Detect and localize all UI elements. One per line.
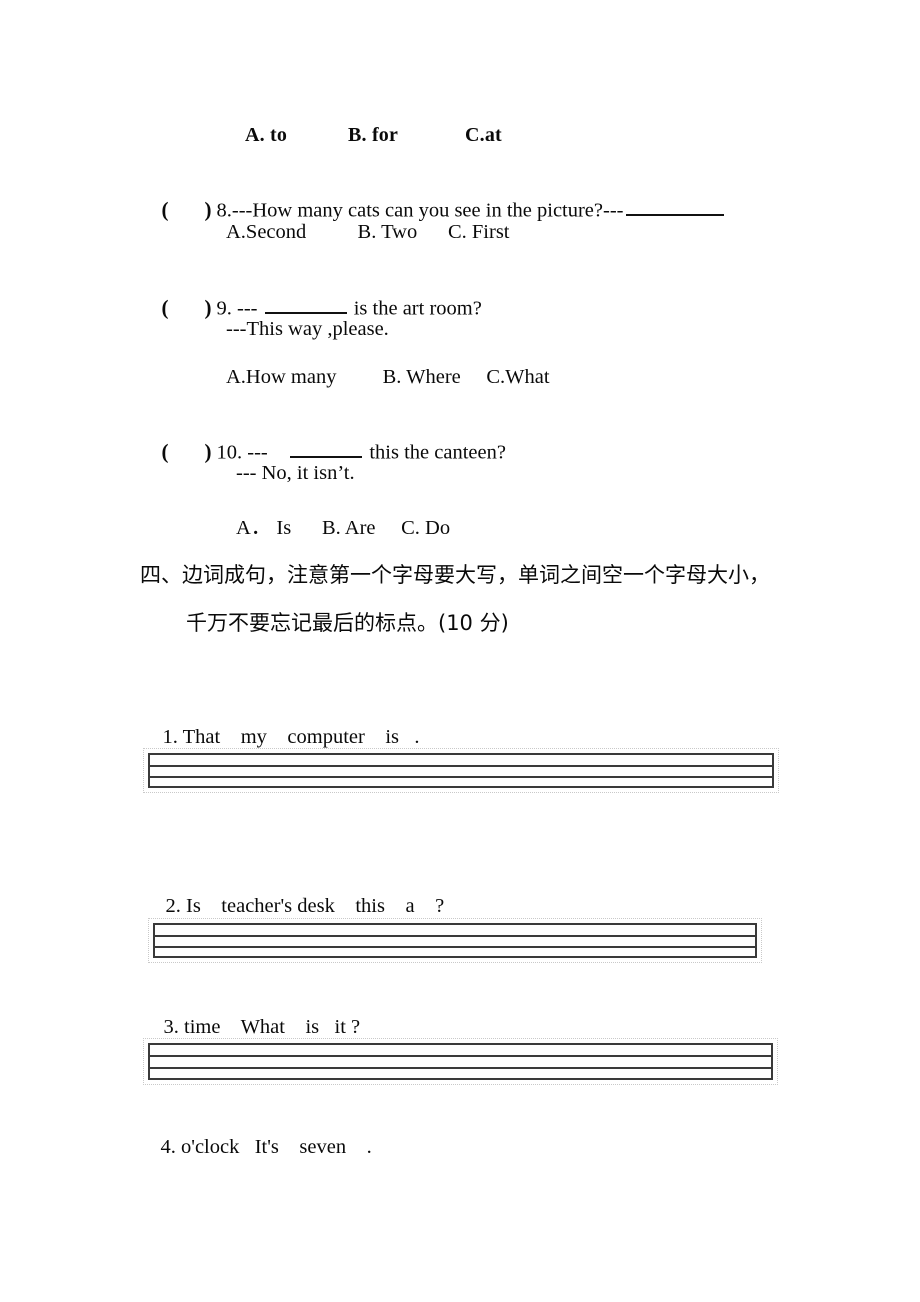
answer-bracket-close: ) [204, 439, 212, 464]
sentence-item-4-number: 4. [160, 1136, 176, 1158]
question-9-blank[interactable] [264, 293, 347, 315]
copybook-rule-line [148, 753, 774, 755]
answer-copybook-1[interactable] [143, 748, 779, 793]
question-9-choices[interactable]: A.How many B. Where C.What [226, 366, 550, 389]
question-10-blank[interactable] [290, 437, 363, 459]
question-9-number: 9. [216, 297, 232, 320]
question-8-choices[interactable]: A.Second B. Two C. First [226, 221, 510, 244]
copybook-end-cap [148, 753, 150, 788]
copybook-staff [153, 923, 757, 958]
sentence-item-4: 4. o'clock It's seven . [140, 1113, 372, 1182]
answer-bracket-open: ( [161, 197, 169, 222]
question-8-stem: ---How many cats can you see in the pict… [231, 199, 624, 222]
question-10-number: 10. [216, 441, 243, 464]
copybook-rule-line [148, 1055, 773, 1058]
worksheet-page: A. to B. for C.at () 8.---How many cats c… [0, 0, 920, 1302]
question-9-stem-before: --- [231, 297, 263, 320]
answer-copybook-2[interactable] [148, 918, 762, 963]
copybook-rule-line [148, 1078, 773, 1080]
sentence-item-2-words: Is teacher's desk this a ? [186, 895, 445, 917]
carryover-choice-c: C.at [465, 124, 502, 146]
sentence-item-1-number: 1. [162, 726, 178, 748]
question-9-answer-line: ---This way ,please. [226, 318, 389, 340]
sentence-item-2-number: 2. [165, 895, 181, 917]
sentence-item-4-words: o'clock It's seven . [181, 1136, 372, 1158]
copybook-end-cap [771, 1043, 773, 1080]
copybook-rule-line [148, 1043, 773, 1045]
copybook-rule-line [153, 934, 757, 937]
copybook-rule-line [148, 764, 774, 767]
question-8-number: 8. [216, 199, 232, 222]
copybook-end-cap [153, 923, 155, 958]
question-8-blank[interactable] [625, 195, 724, 217]
section-four-heading-line-1: 四、边词成句，注意第一个字母要大写，单词之间空一个字母大小， [140, 563, 770, 587]
answer-bracket-close: ) [204, 295, 212, 320]
copybook-end-cap [772, 753, 774, 788]
copybook-staff [148, 1043, 773, 1080]
copybook-end-cap [148, 1043, 150, 1080]
question-10-stem-before: --- [242, 441, 289, 464]
carryover-choice-a: A. to [245, 124, 288, 146]
copybook-rule-line [148, 776, 774, 779]
copybook-rule-line [148, 786, 774, 788]
sentence-item-3-number: 3. [163, 1016, 179, 1038]
answer-copybook-3[interactable] [143, 1038, 778, 1085]
sentence-item-3-words: time What is it ? [184, 1016, 361, 1038]
copybook-rule-line [148, 1067, 773, 1070]
carryover-choice-b: B. for [348, 124, 399, 146]
copybook-rule-line [153, 923, 757, 925]
question-10-choices[interactable]: A． Is B. Are C. Do [236, 510, 450, 540]
question-10-stem-after: this the canteen? [364, 441, 506, 464]
copybook-staff [148, 753, 774, 788]
section-four-heading-line-2: 千万不要忘记最后的标点。(10 分) [186, 611, 509, 635]
answer-bracket-close: ) [204, 197, 212, 222]
copybook-rule-line [153, 956, 757, 958]
answer-bracket-open: ( [161, 439, 169, 464]
answer-bracket-open: ( [161, 295, 169, 320]
copybook-end-cap [755, 923, 757, 958]
question-10-answer-line: --- No, it isn’t. [236, 462, 355, 484]
copybook-rule-line [153, 946, 757, 949]
sentence-item-1-words: That my computer is . [182, 726, 420, 748]
question-9-stem-after: is the art room? [348, 297, 482, 320]
